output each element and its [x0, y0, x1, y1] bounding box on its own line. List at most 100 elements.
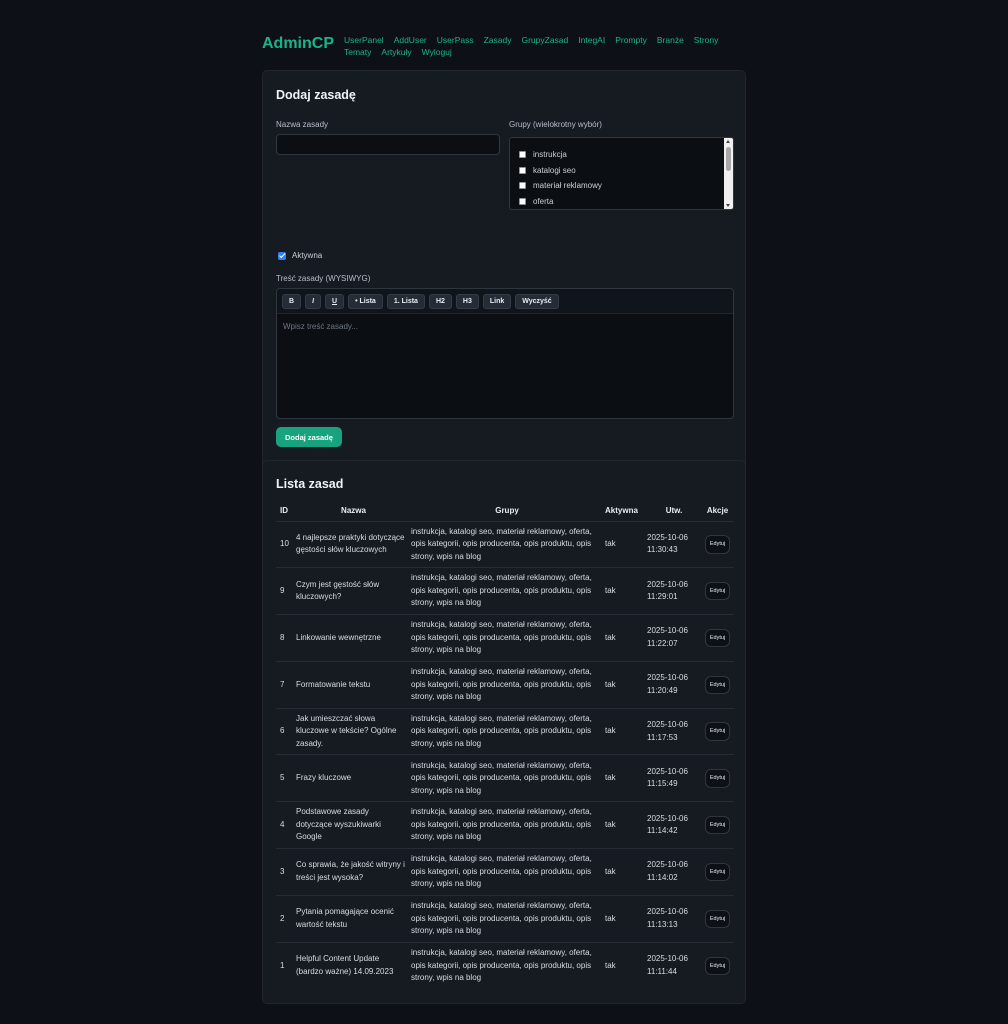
cell-name: Czym jest gęstość słów kluczowych?	[296, 567, 411, 615]
cell-created: 2025-10-06 11:22:07	[647, 614, 701, 662]
nav-artykuly[interactable]: Artykuły	[381, 47, 411, 58]
nav-prompty[interactable]: Prompty	[615, 35, 647, 46]
h2-button[interactable]: H2	[428, 293, 452, 309]
edit-button[interactable]: Edytuj	[704, 862, 731, 882]
cell-groups: instrukcja, katalogi seo, materiał rekla…	[411, 567, 603, 615]
cell-created: 2025-10-06 11:29:01	[647, 567, 701, 615]
cell-actions: Edytuj	[701, 614, 734, 662]
underline-button[interactable]: U	[325, 293, 345, 309]
rules-list-title: Lista zasad	[276, 477, 344, 491]
add-rule-card: Dodaj zasadę Nazwa zasady Grupy (wielokr…	[262, 70, 746, 492]
brand-logo[interactable]: AdminCP	[262, 35, 334, 53]
cell-id: 9	[276, 567, 296, 615]
table-row: 5 Frazy kluczowe instrukcja, katalogi seo,…	[276, 754, 734, 802]
cell-id: 2	[276, 894, 296, 943]
nav-userpanel[interactable]: UserPanel	[344, 35, 384, 46]
bold-button[interactable]: B	[282, 293, 302, 309]
table-row: 6 Jak umieszczać słowa kluczowe w tekście…	[276, 707, 734, 755]
edit-button[interactable]: Edytuj	[704, 769, 731, 788]
name-label: Nazwa zasady	[276, 120, 329, 129]
cell-actions: Edytuj	[701, 520, 734, 568]
cell-created: 2025-10-06 11:17:53	[647, 707, 701, 755]
cell-actions: Edytuj	[701, 660, 734, 709]
edit-button[interactable]: Edytuj	[704, 628, 731, 648]
nav-strony[interactable]: Strony	[694, 35, 719, 46]
cell-id: 5	[276, 754, 296, 802]
cell-created: 2025-10-06 11:14:02	[647, 848, 701, 896]
nav-branze[interactable]: Branże	[657, 35, 684, 46]
cell-created: 2025-10-06 11:15:49	[647, 754, 701, 802]
group-option[interactable]: materiał reklamowy	[510, 178, 733, 194]
scroll-up-icon[interactable]	[726, 140, 730, 143]
group-option[interactable]: katalogi seo	[510, 163, 733, 179]
group-checkbox[interactable]	[519, 151, 526, 159]
nav-integai[interactable]: IntegAI	[578, 35, 605, 46]
editor-content-area[interactable]: Wpisz treść zasady...	[277, 314, 733, 339]
cell-id: 3	[276, 848, 296, 896]
bullet-list-button[interactable]: • Lista	[348, 293, 383, 309]
cell-name: Formatowanie tekstu	[296, 660, 411, 709]
table-row: 2 Pytania pomagające ocenić wartość tekst…	[276, 894, 734, 943]
cell-groups: instrukcja, katalogi seo, materiał rekla…	[411, 520, 603, 568]
edit-button[interactable]: Edytuj	[704, 909, 731, 929]
groups-scrollbar[interactable]	[724, 138, 733, 209]
nav-zasady[interactable]: Zasady	[484, 35, 512, 46]
cell-name: Podstawowe zasady dotyczące wyszukiwarki…	[296, 801, 411, 849]
cell-name: Co sprawia, że jakość witryny i treści j…	[296, 848, 411, 896]
group-checkbox[interactable]	[519, 166, 526, 174]
rule-name-input[interactable]	[276, 134, 500, 155]
nav-grupyzasad[interactable]: GrupyZasad	[521, 35, 568, 46]
table-row: 4 Podstawowe zasady dotyczące wyszukiwark…	[276, 801, 734, 849]
scroll-down-icon[interactable]	[726, 204, 730, 207]
nav-adduser[interactable]: AddUser	[394, 35, 427, 46]
groups-multiselect[interactable]: instrukcja katalogi seo materiał reklamo…	[509, 137, 734, 210]
cell-actions: Edytuj	[701, 567, 734, 615]
edit-button[interactable]: Edytuj	[704, 956, 731, 976]
add-rule-submit-button[interactable]: Dodaj zasadę	[276, 427, 342, 447]
edit-button[interactable]: Edytuj	[704, 675, 731, 695]
table-row: 1 Helpful Content Update (bardzo ważne) 1…	[276, 941, 734, 989]
nav-tematy[interactable]: Tematy	[344, 47, 371, 58]
scroll-thumb[interactable]	[726, 147, 731, 171]
col-header-created: Utw.	[665, 506, 683, 516]
active-checkbox[interactable]	[278, 251, 286, 260]
italic-button[interactable]: I	[305, 293, 322, 309]
cell-actions: Edytuj	[701, 848, 734, 896]
cell-actions: Edytuj	[701, 894, 734, 943]
table-row: 8 Linkowanie wewnętrzne instrukcja, katalo…	[276, 614, 734, 662]
edit-button[interactable]: Edytuj	[704, 815, 731, 835]
group-option[interactable]: instrukcja	[510, 147, 733, 163]
edit-button[interactable]: Edytuj	[704, 535, 731, 554]
cell-actions: Edytuj	[701, 941, 734, 989]
rules-list-card: Lista zasad ID Nazwa Grupy Aktywna Utw. …	[262, 460, 746, 1004]
cell-active: tak	[603, 707, 647, 755]
nav-wyloguj[interactable]: Wyloguj	[422, 47, 452, 58]
edit-button[interactable]: Edytuj	[704, 581, 731, 601]
active-toggle-row[interactable]: Aktywna	[278, 251, 322, 260]
group-checkbox[interactable]	[519, 197, 526, 205]
nav-userpass[interactable]: UserPass	[437, 35, 474, 46]
numbered-list-button[interactable]: 1. Lista	[386, 293, 425, 309]
cell-groups: instrukcja, katalogi seo, materiał rekla…	[411, 941, 603, 989]
table-header-row: ID Nazwa Grupy Aktywna Utw. Akcje	[276, 501, 734, 521]
cell-active: tak	[603, 520, 647, 568]
col-header-actions: Akcje	[706, 506, 729, 516]
cell-groups: instrukcja, katalogi seo, materiał rekla…	[411, 801, 603, 849]
group-option-label: katalogi seo	[533, 165, 576, 175]
link-button[interactable]: Link	[482, 293, 512, 309]
h3-button[interactable]: H3	[455, 293, 479, 309]
group-option[interactable]: oferta	[510, 194, 733, 210]
cell-active: tak	[603, 894, 647, 943]
edit-button[interactable]: Edytuj	[704, 722, 731, 741]
cell-id: 1	[276, 941, 296, 989]
cell-actions: Edytuj	[701, 754, 734, 802]
cell-created: 2025-10-06 11:30:43	[647, 520, 701, 568]
clear-format-button[interactable]: Wyczyść	[515, 293, 559, 309]
wysiwyg-editor: B I U • Lista 1. Lista H2 H3 Link Wyczyś…	[276, 288, 734, 419]
group-checkbox[interactable]	[519, 182, 526, 190]
cell-groups: instrukcja, katalogi seo, materiał rekla…	[411, 754, 603, 802]
table-row: 10 4 najlepsze praktyki dotyczące gęstośc…	[276, 520, 734, 568]
group-option-label: instrukcja	[533, 150, 567, 160]
top-header: AdminCP UserPanel AddUser UserPass Zasad…	[262, 32, 746, 70]
groups-label: Grupy (wielokrotny wybór)	[509, 120, 602, 129]
